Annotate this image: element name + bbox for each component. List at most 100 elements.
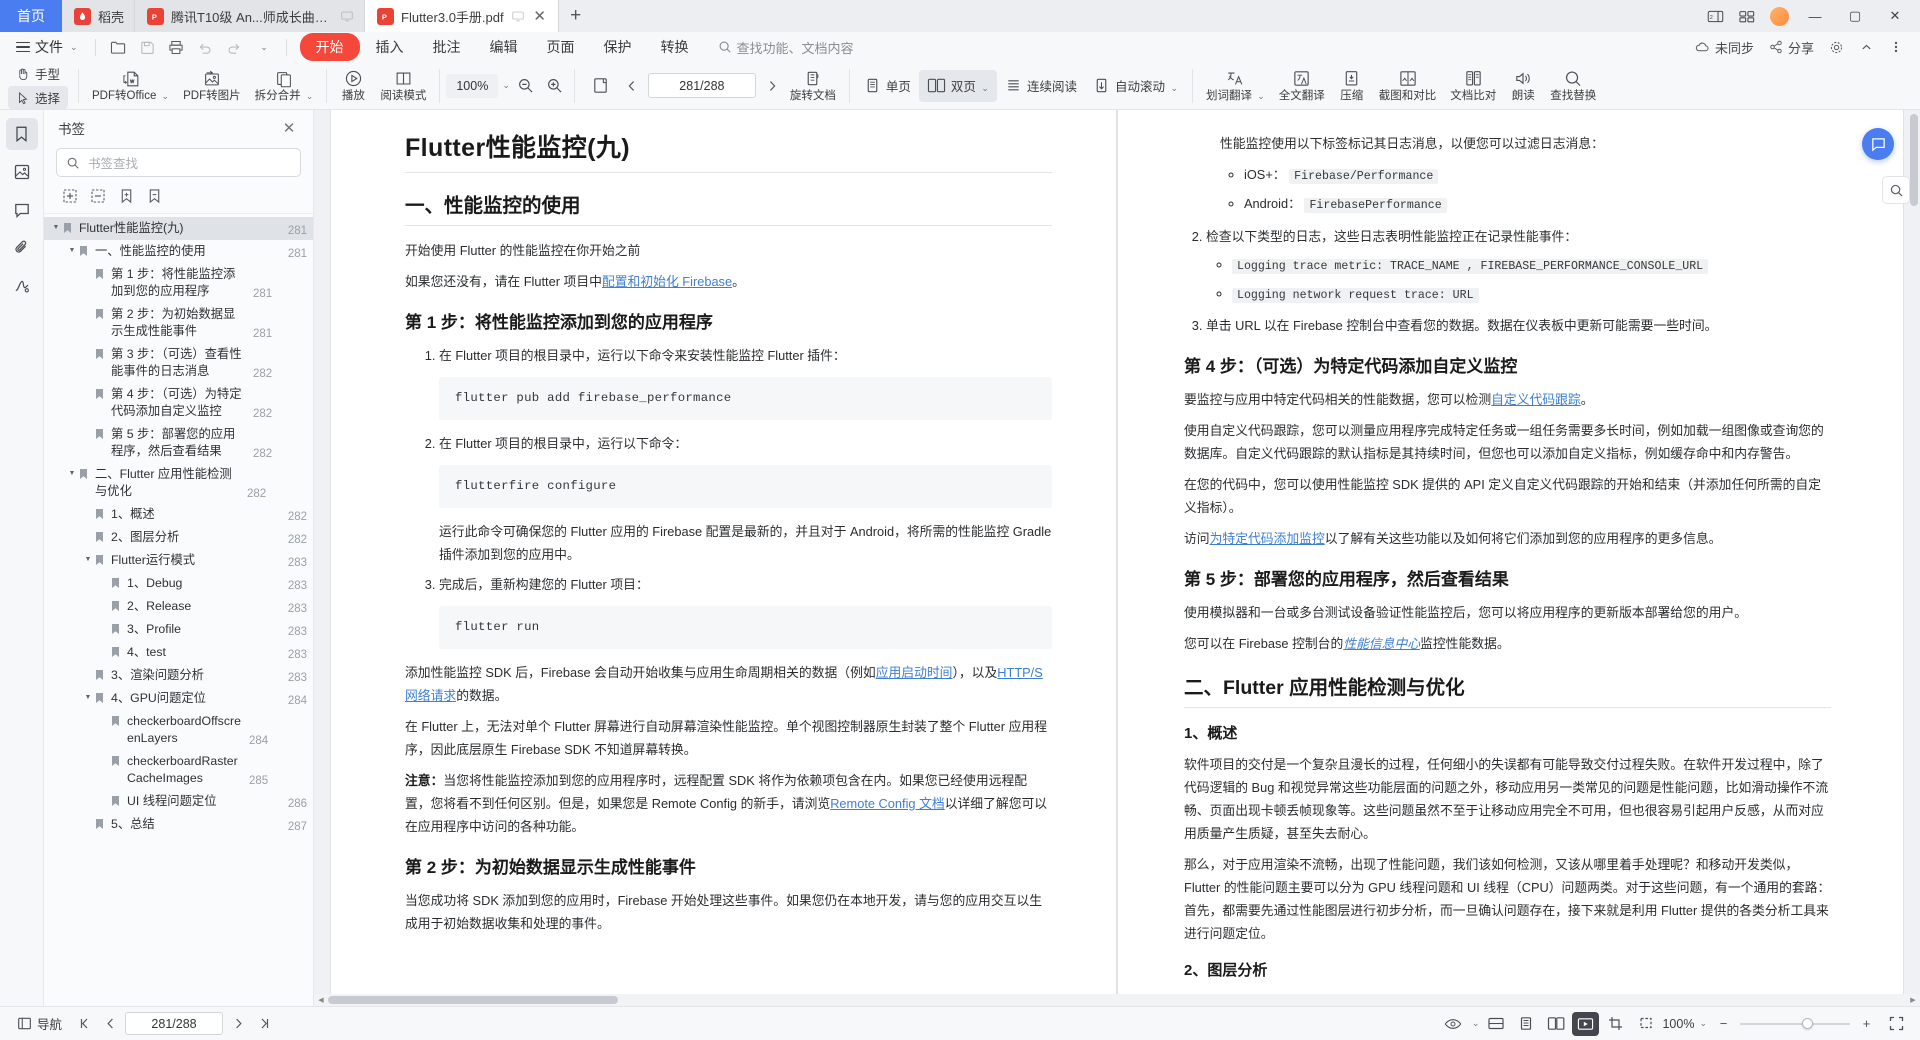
link-firebase-init[interactable]: 配置和初始化 Firebase	[602, 274, 732, 289]
search-float-button[interactable]	[1882, 176, 1910, 204]
split-merge-button[interactable]: 拆分合并 ⌄	[248, 63, 321, 109]
pdf-to-office-button[interactable]: PDF转Office ⌄	[85, 63, 176, 109]
slider-knob[interactable]	[1802, 1018, 1813, 1029]
zoom-input[interactable]: 100%	[446, 73, 499, 98]
bookmark-item[interactable]: 2、图层分析 282	[44, 526, 313, 549]
play-button[interactable]: 播放	[333, 63, 373, 109]
tab-home[interactable]: 首页	[0, 0, 62, 32]
bookmark-item[interactable]: 3、渲染问题分析 283	[44, 664, 313, 687]
chevron-down-icon[interactable]: ⌄	[502, 80, 510, 91]
bookmark-item[interactable]: 第 2 步：为初始数据显示生成性能事件 281	[44, 303, 313, 343]
link-remote-config-doc[interactable]: Remote Config 文档	[830, 796, 945, 811]
read-aloud-button[interactable]: 朗读	[1503, 63, 1543, 109]
ribbon-tab-page[interactable]: 页面	[534, 33, 588, 61]
scroll-track[interactable]	[328, 996, 1906, 1004]
lasso-icon[interactable]	[1632, 1012, 1659, 1036]
bookmark-item[interactable]: 4、test 283	[44, 641, 313, 664]
tab-pdf-flutter[interactable]: P Flutter3.0手册.pdf ✕	[365, 0, 559, 32]
collapse-all-icon[interactable]	[88, 186, 108, 206]
chevron-expanded-icon[interactable]: ▼	[50, 220, 62, 231]
chevron-down-icon[interactable]: ⌄	[1472, 1018, 1480, 1029]
search-input[interactable]: 查找功能、文档内容	[718, 38, 854, 57]
bookmark-item[interactable]: ▼ 二、Flutter 应用性能检测与优化 282	[44, 463, 313, 503]
scrollbar-thumb[interactable]	[328, 996, 618, 1004]
more-options-button[interactable]	[1888, 39, 1904, 55]
status-zoom-value[interactable]: 100% ⌄	[1662, 1017, 1707, 1031]
ribbon-tab-annotate[interactable]: 批注	[420, 33, 474, 61]
bookmark-item[interactable]: ▼ 4、GPU问题定位 284	[44, 687, 313, 710]
close-icon[interactable]: ✕	[279, 118, 299, 138]
bookmark-item[interactable]: UI 线程问题定位 286	[44, 790, 313, 813]
translate-word-button[interactable]: 划词翻译 ⌄	[1199, 63, 1272, 109]
hand-tool-button[interactable]: 手型	[8, 62, 68, 85]
print-icon[interactable]	[163, 35, 190, 59]
bookmark-item[interactable]: 第 4 步：（可选）为特定代码添加自定义监控 282	[44, 383, 313, 423]
floating-action-button[interactable]	[1862, 128, 1894, 160]
tab-docer[interactable]: 稻壳	[62, 0, 136, 32]
screenshot-compare-button[interactable]: 截图和对比	[1372, 63, 1444, 109]
link-app-start-time[interactable]: 应用启动时间	[876, 665, 953, 680]
quick-more-icon[interactable]: ⌄	[250, 35, 277, 59]
link-performance-dashboard[interactable]: 性能信息中心	[1343, 636, 1420, 651]
ribbon-tab-start[interactable]: 开始	[299, 33, 360, 61]
collapse-ribbon-button[interactable]	[1858, 39, 1874, 55]
scroll-right-icon[interactable]: ▶	[1906, 996, 1920, 1004]
rail-bookmark-button[interactable]	[5, 118, 38, 150]
bookmark-item[interactable]: ▼ 一、性能监控的使用 281	[44, 240, 313, 263]
share-button[interactable]: 分享	[1768, 38, 1814, 57]
translate-all-button[interactable]: 全文翻译	[1272, 63, 1332, 109]
dual-page-button[interactable]: 双页 ⌄	[918, 69, 997, 102]
zoom-out-button[interactable]: −	[1710, 1012, 1737, 1036]
rail-comment-button[interactable]	[6, 194, 38, 226]
next-page-button[interactable]	[761, 75, 783, 97]
document-viewport[interactable]: Flutter性能监控(九) 一、性能监控的使用 开始使用 Flutter 的性…	[314, 110, 1920, 1006]
settings-button[interactable]	[1828, 39, 1844, 55]
sync-status[interactable]: 未同步	[1695, 38, 1754, 57]
link-custom-code-trace[interactable]: 自定义代码跟踪	[1491, 392, 1581, 407]
maximize-button[interactable]: ▢	[1836, 0, 1874, 32]
compress-button[interactable]: 压缩	[1332, 63, 1372, 109]
add-bookmark-icon[interactable]	[116, 186, 136, 206]
single-page-icon[interactable]	[1512, 1012, 1539, 1036]
full-screen-icon[interactable]	[1883, 1012, 1910, 1036]
bookmark-item[interactable]: 第 5 步：部署您的应用程序，然后查看结果 282	[44, 423, 313, 463]
bookmark-item[interactable]: 第 3 步：（可选）查看性能事件的日志消息 282	[44, 343, 313, 383]
bookmark-item[interactable]: 3、Profile 283	[44, 618, 313, 641]
bookmark-item[interactable]: ▼ Flutter性能监控(九) 281	[44, 217, 313, 240]
prev-page-button[interactable]	[99, 1013, 121, 1035]
grid-view-icon[interactable]	[1732, 3, 1762, 29]
link-add-monitor-code[interactable]: 为特定代码添加监控	[1210, 531, 1325, 546]
bookmark-search-input[interactable]: 书签查找	[56, 148, 301, 177]
ribbon-tab-convert[interactable]: 转换	[648, 33, 702, 61]
page-number-input[interactable]: 281/288	[647, 73, 756, 98]
find-replace-button[interactable]: 查找替换	[1543, 63, 1603, 109]
eye-icon[interactable]	[1440, 1012, 1467, 1036]
fit-page-button[interactable]	[581, 63, 621, 109]
play-icon[interactable]	[1572, 1011, 1600, 1036]
dual-page-icon[interactable]	[1542, 1012, 1569, 1036]
reading-mode-button[interactable]: 阅读模式	[373, 63, 433, 109]
redo-icon[interactable]	[221, 35, 248, 59]
save-icon[interactable]	[134, 35, 161, 59]
scroll-left-icon[interactable]: ◀	[314, 996, 328, 1004]
rail-thumbnail-button[interactable]	[6, 156, 38, 188]
chevron-expanded-icon[interactable]: ▼	[66, 466, 78, 477]
rail-signature-button[interactable]	[6, 270, 38, 302]
first-page-button[interactable]	[73, 1013, 95, 1035]
undo-icon[interactable]	[192, 35, 219, 59]
expand-all-icon[interactable]	[60, 186, 80, 206]
doc-compare-button[interactable]: 文档比对	[1443, 63, 1503, 109]
select-tool-button[interactable]: 选择	[8, 86, 69, 109]
tab-close-icon[interactable]: ✕	[532, 8, 548, 25]
scrollbar-thumb[interactable]	[1910, 114, 1918, 206]
zoom-in-button[interactable]	[541, 74, 568, 98]
ribbon-tab-protect[interactable]: 保护	[591, 33, 645, 61]
rotate-doc-button[interactable]: 旋转文档	[783, 63, 843, 109]
vertical-scrollbar[interactable]	[1910, 114, 1918, 970]
bookmark-item[interactable]: 第 1 步：将性能监控添加到您的应用程序 281	[44, 263, 313, 303]
horizontal-scrollbar[interactable]: ◀ ▶	[314, 994, 1920, 1006]
zoom-out-button[interactable]	[512, 74, 539, 98]
zoom-in-button[interactable]: +	[1853, 1012, 1880, 1036]
fit-width-icon[interactable]	[1482, 1012, 1509, 1036]
prev-page-button[interactable]	[621, 75, 643, 97]
